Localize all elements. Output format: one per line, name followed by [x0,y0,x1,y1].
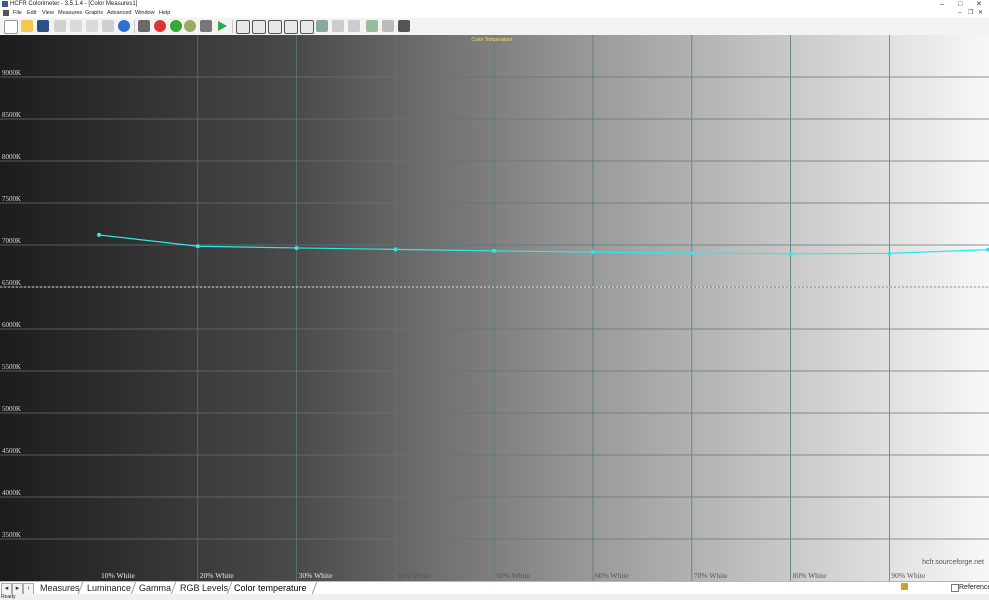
view-10-icon[interactable] [382,20,394,32]
y-tick-label: 9000K [2,69,21,77]
data-point [887,251,892,256]
toolbar-separator [134,20,135,33]
toolbar [0,18,989,36]
x-tick-label: 40% White [397,571,431,580]
x-tick-label: 10% White [101,571,135,580]
menu-view[interactable]: View [42,10,54,17]
toolbar-separator [232,20,233,33]
y-tick-label: 5000K [2,405,21,413]
menu-file[interactable]: File [13,10,22,17]
reference-checkbox[interactable] [951,584,959,592]
tab-gamma[interactable]: Gamma [139,582,171,594]
sheet-tab-bar: ◂ ▸ › Measures Luminance Gamma RGB Level… [0,581,989,595]
data-point [393,247,398,252]
color-balls-icon[interactable] [154,20,166,32]
chart-title: Color Temperature [471,37,513,43]
x-tick-label: 50% White [496,571,530,580]
x-tick-label: 60% White [595,571,629,580]
x-tick-label: 70% White [694,571,728,580]
watermark: hcfr.sourceforge.net [922,559,984,566]
data-point [195,244,200,249]
data-point [97,232,101,237]
menu-measures[interactable]: Measures [58,10,82,17]
paste-icon[interactable] [86,20,98,32]
mdi-close-button[interactable]: ✕ [978,9,983,18]
maximize-button[interactable]: □ [958,0,962,9]
play-icon[interactable] [216,20,228,32]
view-11-icon[interactable] [398,20,410,32]
new-file-icon[interactable] [4,20,18,34]
reference-label: Reference [959,584,989,591]
view-5-icon[interactable] [300,20,314,34]
data-point [294,245,299,250]
app-icon [2,1,8,7]
cut-icon[interactable] [54,20,66,32]
view-1-icon[interactable] [236,20,250,34]
status-bar: Ready [0,594,989,600]
view-7-icon[interactable] [332,20,344,32]
view-9-icon[interactable] [366,20,378,32]
data-point [788,251,793,256]
y-tick-label: 8000K [2,153,21,161]
x-tick-label: 90% White [891,571,925,580]
open-folder-icon[interactable] [21,20,33,32]
mdi-minimize-button[interactable]: – [958,9,961,18]
color-temperature-chart: 9000K 8500K 8000K 7500K 7000K 6500K 6000K 5500K… [0,35,989,581]
x-tick-label: 20% White [200,571,234,580]
y-tick-label: 6000K [2,321,21,329]
multi-measure-icon[interactable] [184,20,196,32]
y-tick-label: 7000K [2,237,21,245]
tab-divider [170,582,177,594]
tab-measures[interactable]: Measures [40,582,80,594]
x-tick-label: 30% White [299,571,333,580]
help-icon[interactable] [118,20,130,32]
print-icon[interactable] [102,20,114,32]
view-8-icon[interactable] [348,20,360,32]
menu-window[interactable]: Window [135,10,155,17]
menu-bar: File Edit View Measures Graphs Advanced … [0,9,989,18]
view-2-icon[interactable] [252,20,266,34]
y-tick-label: 4500K [2,447,21,455]
menu-advanced[interactable]: Advanced [107,10,131,17]
status-text: Ready [1,594,16,600]
save-disk-icon[interactable] [37,20,49,32]
rgb-icon[interactable] [170,20,182,32]
tab-color-temperature[interactable]: Color temperature [234,582,307,594]
menu-graphs[interactable]: Graphs [85,10,103,17]
y-tick-label: 4000K [2,489,21,497]
tab-divider [130,582,137,594]
view-4-icon[interactable] [284,20,298,34]
y-tick-label: 3500K [2,531,21,539]
y-tick-label: 7500K [2,195,21,203]
menu-help[interactable]: Help [159,10,170,17]
close-button[interactable]: ✕ [976,0,982,9]
document-icon[interactable] [3,10,9,16]
view-6-icon[interactable] [316,20,328,32]
menu-edit[interactable]: Edit [27,10,36,17]
copy-icon[interactable] [70,20,82,32]
view-3-icon[interactable] [268,20,282,34]
y-tick-label: 8500K [2,111,21,119]
sensor-config-icon[interactable] [138,20,150,32]
minimize-button[interactable]: – [940,0,944,9]
mdi-restore-button[interactable]: ❐ [968,9,973,18]
y-tick-label: 6500K [2,279,21,287]
pin-icon [901,583,908,590]
x-tick-label: 80% White [793,571,827,580]
title-bar: HCFR Colorimeter - 3.5.1.4 - [Color Meas… [0,0,989,9]
tab-divider [311,582,318,594]
data-point [591,250,595,255]
data-point [689,250,694,255]
tab-luminance[interactable]: Luminance [87,582,131,594]
camera-icon[interactable] [200,20,212,32]
window-title: HCFR Colorimeter - 3.5.1.4 - [Color Meas… [10,1,138,7]
tab-rgb-levels[interactable]: RGB Levels [180,582,228,594]
data-point [492,248,497,253]
y-tick-label: 5500K [2,363,21,371]
